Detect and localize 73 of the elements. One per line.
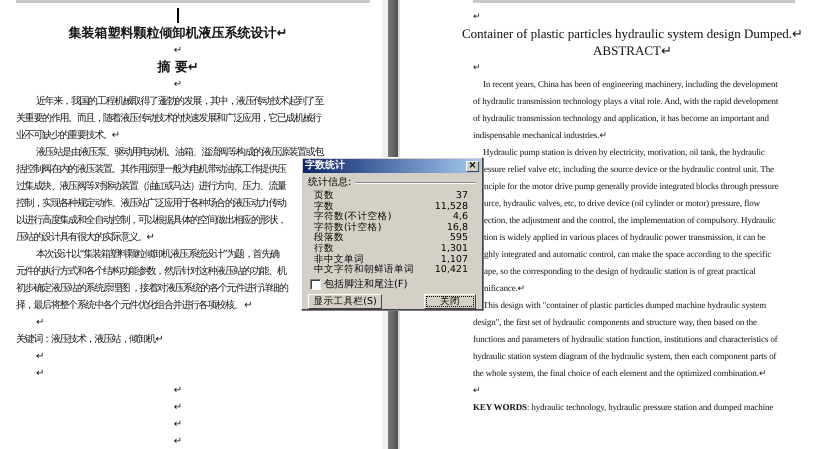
paragraph-line: tion is widely applied in various places of hydraulic power transmission, it can be — [484, 232, 766, 242]
paragraph-line: 业不可缺少的重要技术。↵ — [16, 128, 119, 143]
paragraph-line: ↵ — [36, 350, 44, 364]
stat-value: 11,528 — [434, 202, 468, 212]
paragraph-line: nciple for the motor drive pump generally provide integrated blocks through pressure — [484, 181, 779, 191]
stat-value: 37 — [454, 191, 468, 202]
stat-label: 字符数(计空格) — [314, 222, 382, 233]
paragraph-line: 过集成块、液压阀等对驱动装置（油缸或马达）进行方向、压力、流量 — [16, 180, 286, 194]
paragraph-line: In recent years, China has been of engineering machinery, including the development — [483, 79, 778, 89]
stat-label: 字数 — [314, 202, 334, 212]
stat-value: 10,421 — [434, 265, 468, 276]
paragraph-line: ↵ — [473, 62, 481, 72]
paragraph-line: ghly integrated and automatic control, can make the space according to the specific — [484, 249, 772, 259]
dialog-button[interactable]: 显示工具栏(S) — [308, 294, 382, 309]
paragraph-line: ↵ — [36, 367, 44, 381]
paragraph-line: ↵ — [36, 316, 44, 330]
checkbox-label: 包括脚注和尾注(F) — [324, 278, 408, 291]
stat-value: 1,301 — [440, 244, 468, 255]
paragraph-line: 关键词：液压技术，液压站，倾卸机↵ — [16, 332, 162, 347]
paragraph-line: 控制，实现各种规定动作。液压站广泛应用于各种场合的液压动力传动 — [16, 196, 286, 211]
document-title: Container of plastic particles hydraulic system design Dumped.↵ — [462, 25, 803, 42]
document-title: 集装箱塑料颗粒倾卸机液压系统设计↵ — [68, 25, 288, 42]
paragraph-line: of hydraulic transmission technology plays a vital role. And, with the rapid development — [473, 96, 778, 106]
text-cursor — [177, 8, 179, 23]
paragraph-line: ↵ — [473, 11, 481, 21]
paragraph-mark: ↵ — [174, 78, 182, 92]
paragraph-line: KEY WORDS: hydraulic technology, hydraulic pressure station and dumped machine — [473, 402, 774, 412]
close-button[interactable]: × — [466, 160, 479, 172]
paragraph-line: functions and parameters of hydraulic station function, institutions and characteristics of — [473, 334, 778, 344]
group-label: 统计信息: — [308, 177, 352, 189]
dialog-title: 字数统计 — [305, 160, 345, 172]
paragraph-line: 液压站是由液压泵、驱动用电动机、油箱、溢流阀等构成的液压源装置或包 — [36, 146, 324, 159]
stat-value: 4,6 — [452, 212, 468, 223]
stat-label: 中文字符和朝鲜语单词 — [314, 265, 414, 276]
paragraph-line: design", the first set of hydraulic components and structure way, then based on the — [473, 317, 757, 327]
paragraph-mark: ↵ — [174, 435, 182, 449]
stat-value: 595 — [448, 233, 468, 244]
paragraph-line: indispensable mechanical industries.↵ — [473, 130, 608, 140]
paragraph-line: 本次设计以“集装箱塑料颗粒倾卸机液压系统设计”为题，首先确 — [36, 248, 279, 262]
stat-label: 页数 — [314, 191, 335, 201]
paragraph-mark: ↵ — [174, 384, 182, 398]
paragraph-line: 近年来，我国的工程机械取得了蓬勃的发展，其中，液压传动技术起到了至 — [36, 94, 324, 109]
stat-value: 1,107 — [440, 254, 468, 265]
paragraph-line: 初步确定液压站的系统原理图 ，接着对液压系统的各个元件进行详细的 — [16, 282, 288, 296]
document-title: ABSTRACT↵ — [593, 42, 672, 59]
paragraph-line: Hydraulic pump station is driven by electricity, motivation, oil tank, the hydraulic — [483, 147, 765, 157]
stat-label: 段落数 — [314, 233, 345, 244]
paragraph-line: 择，最后将整个系统中各个元件优化组合并进行各项校核。 ↵ — [16, 298, 252, 313]
stat-value: 16,8 — [446, 222, 468, 233]
section-heading: 摘 要↵ — [157, 59, 199, 76]
paragraph-mark: ↵ — [174, 44, 182, 58]
paragraph-line: ection, the adjustment and the control, the implementation of compulsory. Hydraulic — [484, 215, 776, 225]
paragraph-mark: ↵ — [174, 401, 182, 415]
dialog-button[interactable]: 关闭 — [424, 294, 476, 309]
stat-label: 字符数(不计空格) — [314, 212, 392, 222]
paragraph-line: hydraulic station system diagram of the hydraulic system, then each component parts of — [473, 351, 776, 361]
checkbox[interactable] — [310, 279, 321, 290]
paragraph-line: 括控制阀在内的液压装置。其作用原理一般为电机带动油泵工作提供压 — [16, 162, 286, 177]
paragraph-mark: ↵ — [174, 418, 182, 432]
paragraph-line: the whole system, the final choice of each element and the optimized combination.↵ — [473, 368, 767, 378]
paragraph-line: nificance.↵ — [484, 283, 526, 293]
paragraph-line: of hydraulic transmission technology and application, it has become an important and — [473, 113, 769, 123]
paragraph-line: 关重要的作用。而且，随着液压传动技术的快速发展和广泛应用，它已成机械行 — [16, 112, 321, 126]
paragraph-line: 元件的执行方式和各个结构功能参数，然后针对这种液压站的功能、机 — [16, 264, 286, 279]
paragraph-line: essure relief valve etc, including the source device or the hydraulic control unit. The — [484, 164, 774, 174]
stat-label: 非中文单词 — [314, 254, 364, 265]
paragraph-line: ↵ — [473, 385, 481, 395]
paragraph-line: 以进行高度集成和全自动控制，可以根据具体的空间做出相应的形状， — [16, 214, 286, 228]
paragraph-line: ape, so the corresponding to the design of hydraulic station is of great practical — [484, 266, 756, 276]
paragraph-line: This design with "container of plastic particles dumped machine hydraulic system — [483, 300, 766, 310]
paragraph-line: urce, hydraulic valves, etc, to drive device (oil cylinder or motor) pressure, flow — [484, 198, 760, 208]
stat-label: 行数 — [314, 244, 335, 254]
paragraph-line: 压站的设计具有很大的实际意义。↵ — [16, 230, 154, 245]
